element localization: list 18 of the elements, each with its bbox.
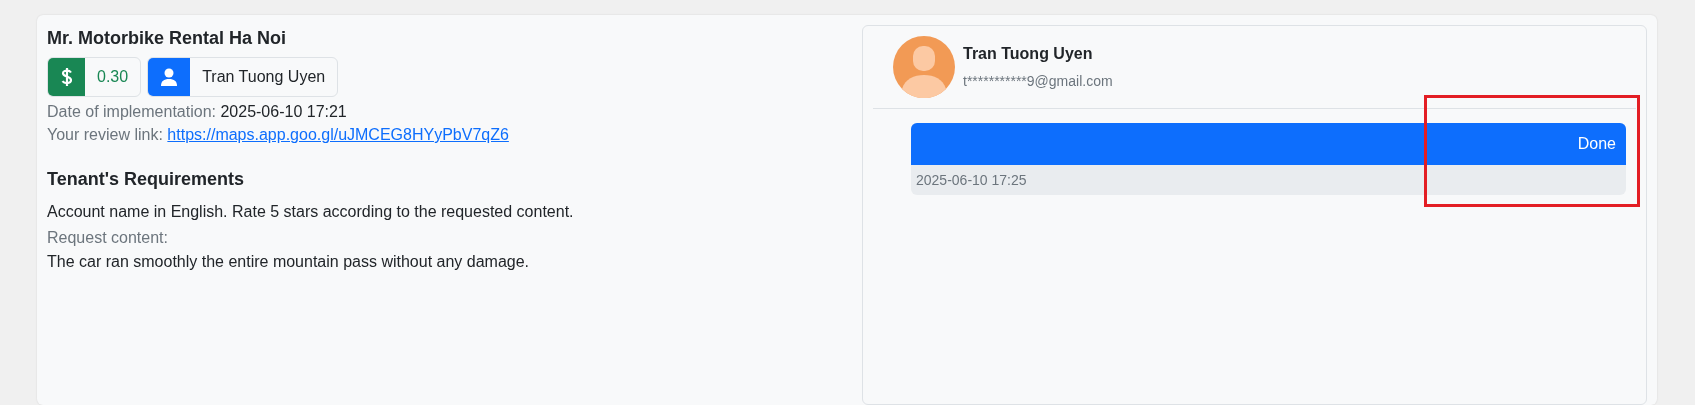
shop-title: Mr. Motorbike Rental Ha Noi bbox=[47, 28, 288, 49]
user-email: t***********9@gmail.com bbox=[963, 73, 1113, 89]
reward-badge: 0.30 bbox=[47, 57, 142, 97]
link-label: Your review link: bbox=[47, 126, 163, 143]
requirement-text: Account name in English. Rate 5 stars according to the requested content. bbox=[47, 202, 575, 222]
user-name: Tran Tuong Uyen bbox=[963, 45, 1094, 63]
content-text: The car ran smoothly the entire mountain pass without any damage. bbox=[47, 252, 531, 272]
review-link[interactable]: https://maps.app.goo.gl/uJMCEG8HYyPbV7qZ6 bbox=[167, 126, 509, 143]
user-badge: Tran Tuong Uyen bbox=[147, 57, 339, 97]
dollar-icon bbox=[60, 67, 73, 87]
date-value: 2025-06-10 17:21 bbox=[220, 103, 347, 120]
message-time: 2025-06-10 17:25 bbox=[915, 171, 1028, 190]
message-text: Done bbox=[911, 123, 1626, 165]
date-label: Date of implementation: bbox=[47, 103, 216, 120]
avatar-icon bbox=[893, 36, 955, 98]
user-icon bbox=[161, 68, 178, 86]
section-heading: Tenant's Requirements bbox=[47, 169, 245, 190]
content-label: Request content: bbox=[47, 228, 169, 248]
